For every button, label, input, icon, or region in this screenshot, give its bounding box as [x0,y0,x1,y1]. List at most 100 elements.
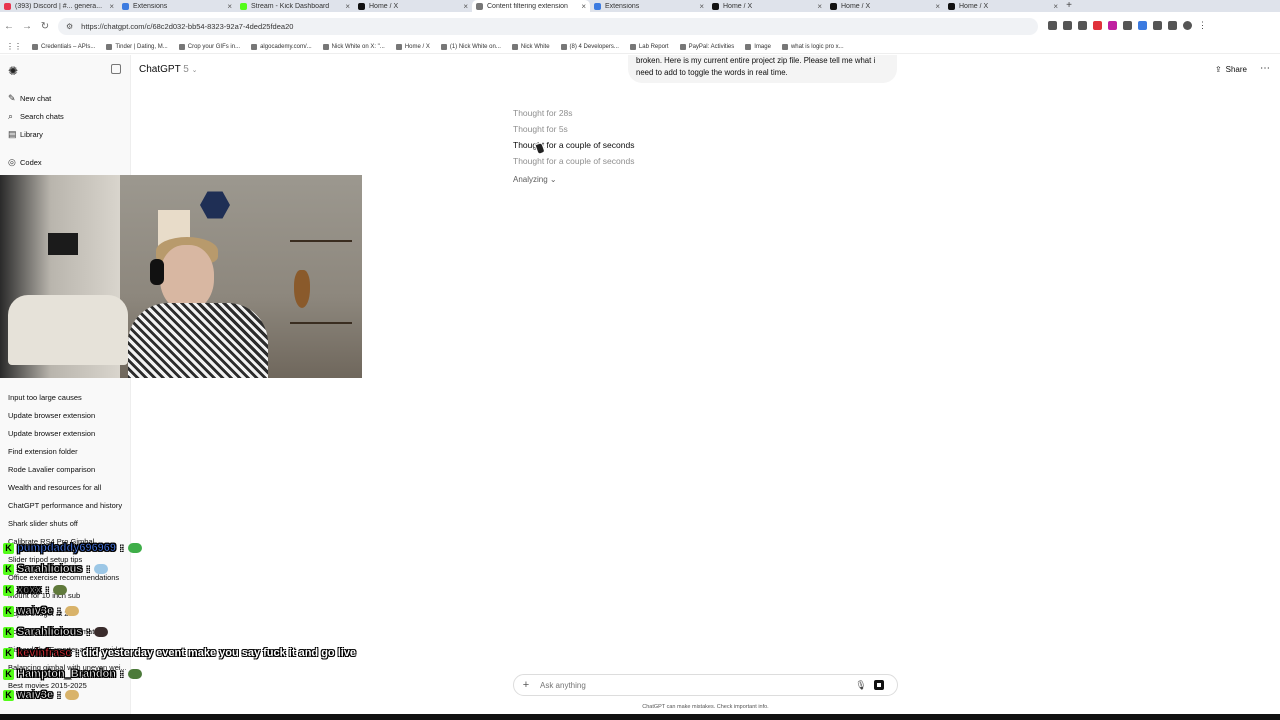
chat-username: Sarahlicious [17,626,83,639]
chat-emote-icon [127,669,142,679]
chat-history-item[interactable]: Rode Lavalier comparison [8,461,126,479]
thought-toggle[interactable]: Thought for a couple of seconds [513,156,634,166]
chat-username: kevinfrasc [17,647,72,660]
search-icon: ⌕ [8,110,14,121]
thought-toggle[interactable]: Thought for 28s [513,108,573,118]
sidebar-item-library[interactable]: ▤ Library [8,125,126,143]
bookmark-item[interactable]: Home / X [395,43,430,50]
apps-icon[interactable]: ⋮⋮ [6,42,22,51]
stream-chat-message: Kpumpdaddy696969: [3,540,142,556]
stream-chat-message: K Sarahlicious: [3,561,109,577]
user-message-text: broken. Here is my current entire projec… [636,56,876,77]
bookmark-item[interactable]: Lab Report [629,43,669,50]
puzzle-icon[interactable] [1153,21,1162,30]
browser-tab[interactable]: Home / X × [708,0,826,12]
bookmark-item[interactable]: Credentials – APIs... [32,43,95,50]
chat-history-item[interactable]: Update browser extension [8,425,126,443]
chat-history-item[interactable]: Shark slider shuts off [8,515,126,533]
close-tab-icon[interactable]: × [817,2,822,11]
more-options-icon[interactable]: ⋯ [1260,63,1270,74]
site-info-icon[interactable]: ⚙ [66,22,73,31]
close-tab-icon[interactable]: × [699,2,704,11]
extension-icon[interactable] [1078,21,1087,30]
address-bar[interactable]: ⚙ https://chatgpt.com/c/68c2d032-bb54-83… [58,18,1038,35]
extension-icon[interactable] [1108,21,1117,30]
stream-chat-message: Kwaiv3e: [3,687,79,703]
microphone-icon[interactable]: 🎙 [852,680,870,691]
bookmark-favicon-icon [781,43,788,50]
profile-avatar[interactable] [1183,21,1192,30]
chat-username: xcxx [17,584,42,597]
bookmark-favicon-icon [745,43,752,50]
close-tab-icon[interactable]: × [227,2,232,11]
ring-light [48,233,78,255]
chat-history-item[interactable]: Input too large causes [8,389,126,407]
chat-emote-icon [53,585,68,595]
sidebar-item-codex[interactable]: ◎ Codex [8,153,126,171]
bookmark-item[interactable]: Tinder | Dating, M... [106,43,168,50]
chat-message-text: : [120,542,124,554]
chat-history-item[interactable]: ChatGPT performance and history [8,497,126,515]
extension-icon[interactable] [1048,21,1057,30]
bookmark-item[interactable]: Nick White on X: "... [322,43,385,50]
share-button[interactable]: ⇪ Share [1215,65,1247,74]
bookmark-item[interactable]: algocademy.com/... [251,43,312,50]
sidebar-item-search-chats[interactable]: ⌕ Search chats [8,107,126,125]
bookmark-item[interactable]: what is logic pro x... [781,43,844,50]
bookmark-item[interactable]: (8) 4 Developers... [560,43,619,50]
close-tab-icon[interactable]: × [109,2,114,11]
thought-toggle[interactable]: Thought for a couple of seconds [513,140,634,150]
extension-icon[interactable] [1123,21,1132,30]
analyzing-status[interactable]: Analyzing ⌄ [513,175,557,184]
browser-tab[interactable]: Home / X × [944,0,1062,12]
bookmark-item[interactable]: Image [745,43,771,50]
browser-tab[interactable]: Home / X × [354,0,472,12]
bookmark-favicon-icon [322,43,329,50]
new-tab-button[interactable]: + [1062,0,1076,12]
sidebar-item-new-chat[interactable]: ✎ New chat [8,89,126,107]
extension-icon[interactable] [1063,21,1072,30]
model-selector[interactable]: ChatGPT 5 ⌄ [139,64,198,75]
reload-icon[interactable]: ↻ [36,21,54,32]
browser-tab[interactable]: (393) Discord | #... genera... × [0,0,118,12]
tab-favicon-icon [830,2,837,10]
openai-logo-icon[interactable]: ✺ [8,64,18,78]
bookmark-item[interactable]: PayPal: Activities [679,43,734,50]
bookmark-item[interactable]: Crop your GIFs in... [178,43,240,50]
tab-title: Home / X [841,2,871,10]
sidepanel-icon[interactable] [1168,21,1177,30]
chat-history-item[interactable]: Wealth and resources for all [8,479,126,497]
bookmark-item[interactable]: (1) Nick White on... [440,43,501,50]
prompt-input[interactable] [538,679,852,691]
close-tab-icon[interactable]: × [1053,2,1058,11]
browser-tab[interactable]: Extensions × [590,0,708,12]
browser-tab[interactable]: Home / X × [826,0,944,12]
bookmark-label: Lab Report [638,43,669,50]
close-tab-icon[interactable]: × [463,2,468,11]
extension-icon[interactable] [1093,21,1102,30]
thought-toggle[interactable]: Thought for 5s [513,124,568,134]
browser-tab[interactable]: Extensions × [118,0,236,12]
browser-tab[interactable]: Stream - Kick Dashboard × [236,0,354,12]
collapse-sidebar-icon[interactable] [111,64,121,74]
forward-icon[interactable]: → [18,21,36,32]
add-attachment-icon[interactable]: + [514,679,538,691]
close-tab-icon[interactable]: × [581,2,586,11]
analyzing-label: Analyzing [513,175,548,184]
close-tab-icon[interactable]: × [935,2,940,11]
bookmark-label: Tinder | Dating, M... [115,43,168,50]
sidebar-top: ✺ [8,64,123,78]
bookmark-item[interactable]: Nick White [511,43,550,50]
stream-chat-message: K Sarahlicious: [3,624,109,640]
library-icon: ▤ [8,128,17,139]
back-icon[interactable]: ← [0,21,18,32]
bookmark-favicon-icon [679,43,686,50]
menu-icon[interactable]: ⋮ [1198,21,1207,30]
stop-generating-button[interactable] [874,680,884,690]
extension-icon[interactable] [1138,21,1147,30]
stream-chat-message: Kwaiv3e: [3,603,79,619]
chat-history-item[interactable]: Update browser extension [8,407,126,425]
close-tab-icon[interactable]: × [345,2,350,11]
chat-history-item[interactable]: Find extension folder [8,443,126,461]
browser-tab[interactable]: Content filtering extension × [472,0,590,12]
